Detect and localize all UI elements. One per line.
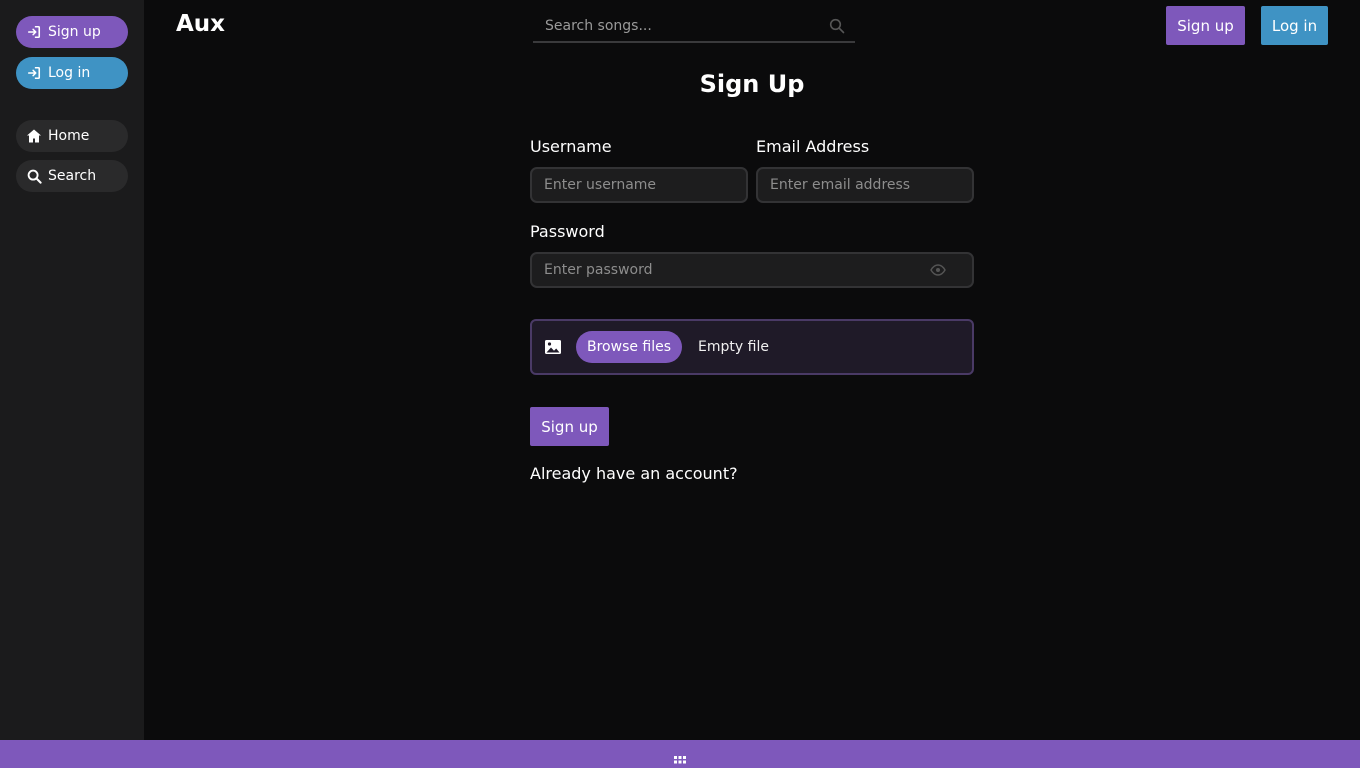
search-input[interactable]	[543, 16, 829, 35]
sidebar-signup-label: Sign up	[48, 24, 101, 40]
signup-submit-button[interactable]: Sign up	[530, 407, 609, 446]
search-icon	[26, 168, 42, 184]
password-field	[530, 252, 974, 288]
page-title: Sign Up	[699, 70, 805, 98]
sidebar-item-label: Home	[48, 128, 90, 144]
username-label: Username	[530, 137, 612, 156]
username-field	[530, 167, 748, 203]
search-icon[interactable]	[829, 18, 845, 34]
sign-in-icon	[26, 65, 42, 81]
password-input[interactable]	[542, 261, 930, 279]
song-search	[533, 10, 855, 43]
already-have-account-link[interactable]: Already have an account?	[530, 464, 738, 483]
eye-icon[interactable]	[930, 264, 946, 276]
avatar-upload: Browse files Empty file	[530, 319, 974, 375]
player-bar-toggle[interactable]	[0, 740, 1360, 768]
sidebar-login-button[interactable]: Log in	[16, 57, 128, 89]
username-input[interactable]	[542, 176, 736, 194]
header-signup-button[interactable]: Sign up	[1166, 6, 1245, 45]
grid-icon	[674, 756, 686, 764]
sidebar-nav: Home Search	[16, 120, 128, 192]
sidebar-item-search[interactable]: Search	[16, 160, 128, 192]
email-input[interactable]	[768, 176, 962, 194]
image-icon	[544, 339, 562, 355]
brand-logo[interactable]: Aux	[176, 11, 225, 37]
email-field	[756, 167, 974, 203]
sidebar: Sign up Log in Home Search	[0, 0, 144, 740]
header-login-button[interactable]: Log in	[1261, 6, 1328, 45]
sidebar-item-home[interactable]: Home	[16, 120, 128, 152]
sidebar-item-label: Search	[48, 168, 97, 184]
sidebar-signup-button[interactable]: Sign up	[16, 16, 128, 48]
sidebar-login-label: Log in	[48, 65, 91, 81]
password-label: Password	[530, 222, 605, 241]
sign-in-icon	[26, 24, 42, 40]
browse-files-button[interactable]: Browse files	[576, 331, 683, 363]
email-label: Email Address	[756, 137, 870, 156]
home-icon	[26, 128, 42, 144]
file-status: Empty file	[698, 339, 769, 355]
